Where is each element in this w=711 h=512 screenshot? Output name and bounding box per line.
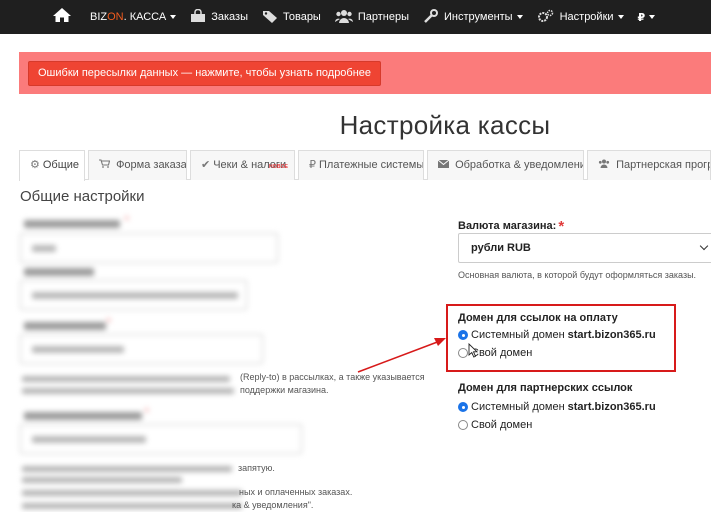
partner-domain-system-label: Системный домен [471, 401, 565, 413]
tab-partner-program[interactable]: Партнерская програм [587, 150, 711, 180]
support-help: поддержки магазина. [240, 385, 329, 395]
partner-domain-label: Домен для партнерских ссылок [458, 382, 633, 394]
tab-partner-program-label: Партнерская програм [616, 159, 710, 171]
redacted-label [24, 268, 94, 276]
gears-icon [537, 9, 555, 26]
redacted-help [22, 376, 230, 382]
redacted-required-mark: * [106, 314, 112, 330]
chevron-down-icon [617, 15, 624, 19]
redacted-required-mark: * [144, 404, 150, 420]
redacted-left-column: * * * [0, 0, 440, 512]
redacted-help [22, 388, 234, 394]
annotation-highlight-box [446, 304, 676, 372]
chevron-down-icon [649, 15, 656, 19]
redacted-label [24, 412, 142, 420]
currency-select[interactable]: рубли RUB [458, 233, 711, 263]
redacted-input-text [32, 346, 124, 353]
currency-select-value: рубли RUB [471, 242, 531, 254]
partner-domain-own-option[interactable]: Свой домен [458, 419, 532, 431]
partner-domain-system-host: start.bizon365.ru [567, 401, 656, 413]
redacted-help [22, 466, 232, 472]
redacted-help [22, 477, 182, 483]
redacted-input-text [32, 245, 56, 252]
tab-processing-notifications-label: Обработка & уведомления [455, 159, 584, 171]
redacted-help [22, 490, 242, 496]
radio-checked-icon[interactable] [458, 402, 468, 412]
comma-help: запятую. [238, 463, 275, 473]
nav-tools-label: Инструменты [444, 11, 513, 23]
chevron-down-icon [699, 241, 709, 251]
currency-label-text: Валюта магазина: [458, 220, 557, 232]
reply-to-help: (Reply-to) в рассылках, а также указывае… [240, 372, 425, 382]
nav-settings[interactable]: Настройки [537, 9, 624, 26]
users-icon [598, 159, 613, 171]
paid-orders-help: ных и оплаченных заказах. [239, 487, 353, 497]
redacted-label [24, 322, 106, 330]
tab-processing-notifications[interactable]: Обработка & уведомления [427, 150, 584, 180]
partner-domain-own-label: Свой домен [471, 419, 533, 431]
redacted-input[interactable] [20, 233, 278, 263]
redacted-help [22, 503, 242, 509]
partner-domain-system-option[interactable]: Системный домен start.bizon365.ru [458, 401, 656, 413]
redacted-label [24, 220, 120, 228]
currency-help: Основная валюта, в которой будут оформля… [458, 270, 697, 280]
radio-unchecked-icon[interactable] [458, 420, 468, 430]
nav-currency[interactable]: ₽ [638, 11, 656, 24]
redacted-required-mark: * [124, 212, 130, 228]
ruble-icon: ₽ [637, 11, 646, 24]
redacted-input-text [32, 292, 238, 299]
envelope-icon [437, 159, 452, 171]
mouse-cursor-icon [468, 343, 478, 358]
nav-settings-label: Настройки [559, 11, 614, 23]
notifications-help: ка & уведомления". [232, 500, 314, 510]
redacted-input-text [32, 436, 146, 443]
chevron-down-icon [516, 15, 523, 19]
